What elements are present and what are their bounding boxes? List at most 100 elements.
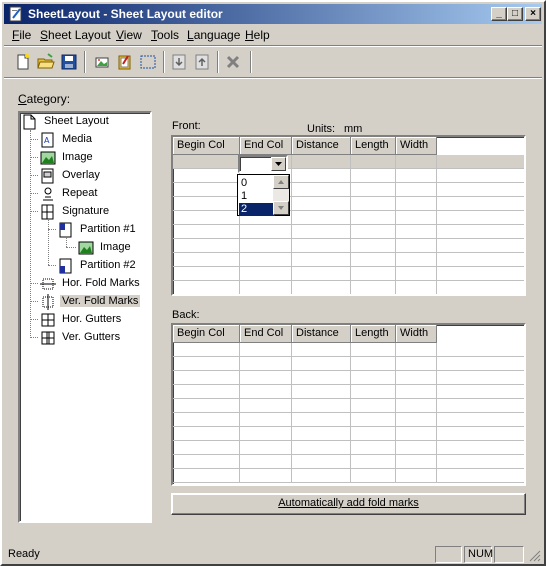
menu-language[interactable]: Language (187, 28, 240, 42)
grid-cell[interactable] (351, 399, 396, 413)
grid-cell[interactable] (292, 281, 351, 294)
grid-cell[interactable] (240, 343, 292, 357)
grid-cell[interactable] (292, 441, 351, 455)
grid-cell[interactable] (351, 441, 396, 455)
grid-cell[interactable] (396, 427, 437, 441)
grid-cell[interactable] (396, 169, 437, 183)
grid-cell[interactable] (292, 413, 351, 427)
resize-grip-icon[interactable] (529, 550, 541, 562)
grid-cell[interactable] (292, 211, 351, 225)
back-header-begin-col[interactable]: Begin Col (173, 325, 240, 343)
grid-cell[interactable] (173, 197, 240, 211)
grid-cell[interactable] (437, 267, 524, 281)
grid-cell[interactable] (351, 225, 396, 239)
grid-cell[interactable] (173, 441, 240, 455)
front-header-distance[interactable]: Distance (292, 137, 351, 155)
grid-cell[interactable] (437, 169, 524, 183)
grid-cell[interactable] (173, 385, 240, 399)
scroll-up-button[interactable] (273, 175, 289, 189)
grid-cell[interactable] (292, 253, 351, 267)
grid-cell[interactable] (437, 225, 524, 239)
grid-cell[interactable] (240, 427, 292, 441)
grid-cell[interactable] (240, 281, 292, 294)
grid-cell[interactable] (396, 399, 437, 413)
grid-cell[interactable] (240, 371, 292, 385)
grid-cell[interactable] (396, 225, 437, 239)
grid-cell[interactable] (437, 371, 524, 385)
grid-cell[interactable] (240, 413, 292, 427)
grid-cell[interactable] (292, 197, 351, 211)
move-up-icon[interactable] (192, 52, 212, 72)
grid-cell[interactable] (396, 211, 437, 225)
grid-cell[interactable] (240, 239, 292, 253)
grid-cell[interactable] (396, 413, 437, 427)
grid-cell[interactable] (292, 155, 351, 169)
grid-cell[interactable] (351, 357, 396, 371)
grid-cell[interactable] (292, 357, 351, 371)
dropdown-option[interactable]: 1 (239, 190, 275, 203)
dropdown-option[interactable]: 0 (239, 177, 275, 190)
grid-cell[interactable] (292, 399, 351, 413)
grid-cell[interactable] (292, 427, 351, 441)
menu-tools[interactable]: Tools (151, 28, 179, 42)
grid-cell[interactable] (173, 469, 240, 483)
grid-cell[interactable] (437, 441, 524, 455)
grid-cell[interactable] (173, 413, 240, 427)
grid-cell[interactable] (351, 427, 396, 441)
grid-cell[interactable] (173, 427, 240, 441)
front-grid[interactable]: Begin Col End Col Distance Length Width (171, 135, 526, 296)
front-header-end-col[interactable]: End Col (240, 137, 292, 155)
grid-cell[interactable] (351, 253, 396, 267)
front-header-width[interactable]: Width (396, 137, 437, 155)
grid-cell[interactable] (173, 169, 240, 183)
grid-cell[interactable] (351, 267, 396, 281)
grid-cell[interactable] (351, 211, 396, 225)
dropdown-option-selected[interactable]: 2 (239, 203, 275, 216)
grid-cell[interactable] (396, 239, 437, 253)
grid-cell[interactable] (437, 183, 524, 197)
grid-cell[interactable] (240, 225, 292, 239)
grid-cell[interactable] (240, 253, 292, 267)
grid-cell[interactable] (351, 455, 396, 469)
close-button[interactable]: × (525, 7, 541, 21)
grid-cell[interactable] (396, 197, 437, 211)
grid-cell[interactable] (437, 281, 524, 294)
grid-cell[interactable] (173, 155, 240, 169)
grid-cell[interactable] (396, 385, 437, 399)
grid-cell[interactable] (351, 239, 396, 253)
grid-cell[interactable] (173, 183, 240, 197)
grid-cell[interactable] (437, 155, 524, 169)
grid-cell[interactable] (396, 469, 437, 483)
grid-cell[interactable] (437, 399, 524, 413)
grid-cell[interactable] (173, 455, 240, 469)
grid-cell[interactable] (437, 385, 524, 399)
new-document-icon[interactable] (13, 52, 33, 72)
grid-cell[interactable] (292, 371, 351, 385)
grid-cell[interactable] (173, 357, 240, 371)
grid-cell[interactable] (240, 385, 292, 399)
grid-cell[interactable] (437, 253, 524, 267)
grid-cell[interactable] (173, 371, 240, 385)
grid-cell[interactable] (437, 197, 524, 211)
grid-cell[interactable] (292, 469, 351, 483)
grid-cell[interactable] (173, 281, 240, 294)
grid-cell[interactable] (173, 211, 240, 225)
grid-cell[interactable] (351, 385, 396, 399)
grid-cell[interactable] (396, 441, 437, 455)
grid-cell[interactable] (351, 169, 396, 183)
clipboard-icon[interactable] (115, 52, 135, 72)
menu-help[interactable]: Help (245, 28, 270, 42)
category-tree[interactable]: Sheet Layout A Media Image Overlay Repea… (18, 111, 152, 523)
scroll-down-button[interactable] (273, 201, 289, 215)
image-icon[interactable] (92, 52, 112, 72)
grid-cell[interactable] (292, 169, 351, 183)
grid-cell[interactable] (437, 357, 524, 371)
grid-cell[interactable] (351, 155, 396, 169)
grid-cell[interactable] (173, 343, 240, 357)
grid-cell[interactable] (240, 455, 292, 469)
grid-cell[interactable] (292, 183, 351, 197)
grid-cell[interactable] (240, 399, 292, 413)
grid-cell[interactable] (437, 427, 524, 441)
grid-cell[interactable] (240, 441, 292, 455)
grid-cell[interactable] (396, 343, 437, 357)
